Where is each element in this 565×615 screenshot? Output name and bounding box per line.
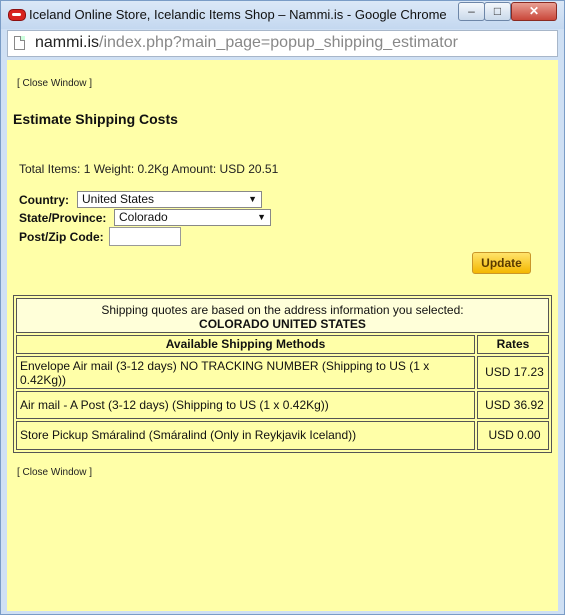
url-path: /index.php?main_page=popup_shipping_esti…: [99, 34, 458, 51]
chevron-down-icon: ▼: [257, 212, 266, 222]
shipping-rate-1: USD 17.23: [477, 356, 549, 389]
shipping-method-3: Store Pickup Smáralind (Smáralind (Only …: [16, 421, 475, 450]
country-label: Country:: [19, 193, 69, 207]
notice-text: Shipping quotes are based on the address…: [101, 303, 464, 317]
close-window-link-bottom[interactable]: [ Close Window ]: [17, 467, 92, 478]
minimize-button[interactable]: –: [458, 2, 485, 21]
shipping-rate-2: USD 36.92: [477, 391, 549, 419]
maximize-button[interactable]: □: [484, 2, 511, 21]
url-domain: nammi.is: [35, 34, 100, 51]
state-value: Colorado: [119, 210, 168, 224]
close-window-link-top[interactable]: [ Close Window ]: [17, 78, 92, 89]
shipping-table: Shipping quotes are based on the address…: [13, 295, 552, 453]
update-button[interactable]: Update: [472, 252, 531, 274]
page-title: Estimate Shipping Costs: [13, 111, 178, 127]
address-bar[interactable]: nammi.is/index.php?main_page=popup_shipp…: [7, 30, 558, 57]
window-title: Iceland Online Store, Icelandic Items Sh…: [29, 7, 447, 22]
app-icon: [8, 9, 26, 21]
shipping-method-2: Air mail - A Post (3-12 days) (Shipping …: [16, 391, 475, 419]
shipping-method-1: Envelope Air mail (3-12 days) NO TRACKIN…: [16, 356, 475, 389]
title-bar: Iceland Online Store, Icelandic Items Sh…: [1, 1, 564, 29]
country-value: United States: [82, 192, 155, 206]
destination-text: COLORADO UNITED STATES: [199, 317, 366, 331]
zip-input[interactable]: [109, 227, 181, 246]
column-header-methods: Available Shipping Methods: [16, 335, 475, 354]
browser-window: Iceland Online Store, Icelandic Items Sh…: [0, 0, 565, 615]
close-button[interactable]: ✕: [511, 2, 557, 21]
column-header-rates: Rates: [477, 335, 549, 354]
shipping-notice: Shipping quotes are based on the address…: [16, 298, 549, 333]
shipping-rate-3: USD 0.00: [477, 421, 549, 450]
zip-label: Post/Zip Code:: [19, 230, 104, 244]
state-select[interactable]: Colorado ▼: [114, 209, 271, 226]
url[interactable]: nammi.is/index.php?main_page=popup_shipp…: [35, 34, 458, 52]
chevron-down-icon: ▼: [248, 194, 257, 204]
cart-totals: Total Items: 1 Weight: 0.2Kg Amount: USD…: [19, 162, 279, 176]
page-icon: [14, 36, 25, 50]
page-content: [ Close Window ] Estimate Shipping Costs…: [7, 60, 558, 611]
state-label: State/Province:: [19, 211, 107, 225]
country-select[interactable]: United States ▼: [77, 191, 262, 208]
